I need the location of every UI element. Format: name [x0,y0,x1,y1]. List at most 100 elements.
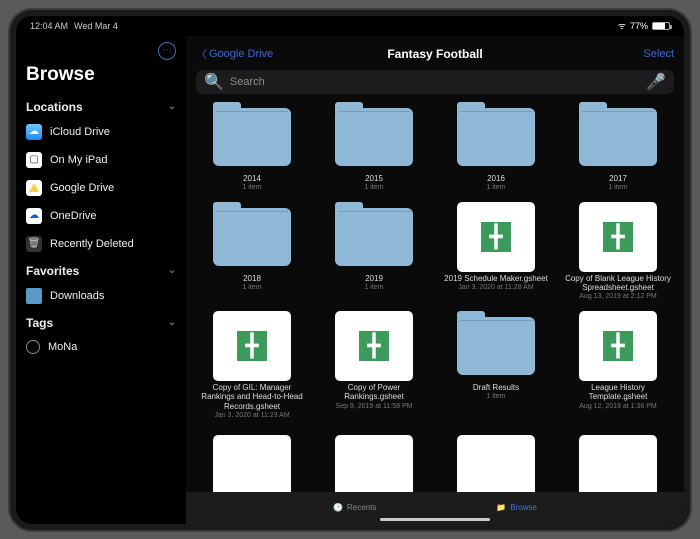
folder-icon [576,102,660,172]
more-button[interactable]: ⋯ [158,42,176,60]
sidebar-item-ipad[interactable]: ▢ On My iPad [26,146,176,174]
sidebar-item-label: Google Drive [50,182,114,194]
file-item[interactable]: Draft Results1 item [442,311,550,420]
file-name: League History Template.gsheetAug 12, 20… [564,383,672,410]
page-title: Browse [26,64,176,86]
back-label: Google Drive [209,48,273,60]
file-name: 20191 item [363,274,384,292]
file-item[interactable]: 20191 item [320,202,428,301]
wifi-icon: ᯤ [618,19,626,32]
file-meta: 1 item [242,184,261,192]
file-name: 20171 item [607,174,628,192]
section-tags[interactable]: Tags ⌄ [26,310,176,334]
section-label: Tags [26,316,53,330]
file-name: Draft Results1 item [472,383,520,401]
search-input[interactable] [230,76,640,88]
battery-icon [652,22,670,30]
folder-icon [210,102,294,172]
file-item[interactable]: 20151 item [320,102,428,192]
section-locations[interactable]: Locations ⌄ [26,94,176,118]
sidebar-item-label: iCloud Drive [50,126,110,138]
folder-icon [454,311,538,381]
file-name: Copy of GIL: Manager Rankings and Head-t… [198,383,306,420]
file-meta: Sep 9, 2019 at 11:58 PM [336,403,413,411]
sidebar-item-icloud[interactable]: ☁ iCloud Drive [26,118,176,146]
gsheet-icon: ╋ [576,202,660,272]
file-name: 2019 Schedule Maker.gsheetJan 3, 2020 at… [443,274,549,292]
sidebar: ⋯ Browse Locations ⌄ ☁ iCloud Drive ▢ On… [16,36,186,524]
gsheet-icon: ╋ [210,311,294,381]
file-meta: 1 item [364,184,383,192]
section-favorites[interactable]: Favorites ⌄ [26,258,176,282]
clock-icon: 🕑 [333,503,343,512]
file-item[interactable]: 20181 item [198,202,306,301]
file-meta: 1 item [364,284,383,292]
chevron-left-icon: 〈 [196,46,207,62]
file-name: Copy of Blank League History Spreadsheet… [564,274,672,301]
file-item[interactable]: ╋Copy of Blank League History Spreadshee… [564,202,672,301]
file-name: 20151 item [363,174,384,192]
file-item[interactable] [198,430,306,492]
file-meta: 1 item [486,184,505,192]
back-button[interactable]: 〈 Google Drive [196,46,273,62]
file-grid: 20141 item 20151 item 20161 item 20171 item… [198,102,672,492]
search-icon: 🔍 [204,72,224,92]
sidebar-item-tag-mona[interactable]: MoNa [26,334,176,360]
sidebar-item-trash[interactable]: 🗑 Recently Deleted [26,230,176,258]
chevron-down-icon: ⌄ [168,317,176,328]
home-indicator[interactable] [380,518,490,521]
status-time: 12:04 AM [30,21,68,31]
mic-icon[interactable]: 🎤 [646,72,666,92]
file-item[interactable]: 20171 item [564,102,672,192]
tab-label: Recents [347,503,376,512]
bottom-tab-bar: 🕑 Recents 📁 Browse [186,492,684,524]
folder-icon [454,102,538,172]
tab-label: Browse [510,503,537,512]
ipad-frame: 12:04 AM Wed Mar 4 ᯤ 77% ⋯ Browse Locati… [10,10,690,530]
search-field[interactable]: 🔍 🎤 [196,70,674,94]
file-meta: 1 item [608,184,627,192]
gdrive-icon [26,180,42,196]
file-item[interactable]: 20161 item [442,102,550,192]
sidebar-item-onedrive[interactable]: ☁ OneDrive [26,202,176,230]
gsheet-icon: ╋ [332,311,416,381]
file-meta: 1 item [486,393,505,401]
battery-pct: 77% [630,21,648,31]
icloud-icon: ☁ [26,124,42,140]
file-name: 20181 item [241,274,262,292]
sidebar-item-label: On My iPad [50,154,107,166]
file-item[interactable] [320,430,428,492]
file-item[interactable]: 20141 item [198,102,306,192]
file-name: 20161 item [485,174,506,192]
trash-icon: 🗑 [26,236,42,252]
file-thumb [210,430,294,492]
file-item[interactable]: ╋Copy of Power Rankings.gsheetSep 9, 201… [320,311,428,420]
file-item[interactable]: ╋League History Template.gsheetAug 12, 2… [564,311,672,420]
main-panel: 〈 Google Drive Fantasy Football Select 🔍… [186,36,684,524]
sidebar-item-label: OneDrive [50,210,96,222]
folder-icon: 📁 [496,503,506,512]
folder-icon [210,202,294,272]
status-date: Wed Mar 4 [74,21,118,31]
file-meta: Jan 3, 2020 at 11:23 AM [214,412,289,420]
section-label: Favorites [26,264,79,278]
file-meta: Jan 3, 2020 at 11:28 AM [458,284,533,292]
sidebar-item-gdrive[interactable]: Google Drive [26,174,176,202]
chevron-down-icon: ⌄ [168,265,176,276]
file-item[interactable]: ╋Copy of GIL: Manager Rankings and Head-… [198,311,306,420]
file-thumb [576,430,660,492]
file-item[interactable] [564,430,672,492]
file-name: Copy of Power Rankings.gsheetSep 9, 2019… [320,383,428,410]
sidebar-item-label: MoNa [48,341,77,353]
select-button[interactable]: Select [643,48,674,60]
sidebar-item-downloads[interactable]: Downloads [26,282,176,310]
file-thumb [332,430,416,492]
tab-browse[interactable]: 📁 Browse [496,503,537,512]
sidebar-item-label: Recently Deleted [50,238,134,250]
folder-icon [332,102,416,172]
gsheet-icon: ╋ [576,311,660,381]
tab-recents[interactable]: 🕑 Recents [333,503,376,512]
file-item[interactable] [442,430,550,492]
file-item[interactable]: ╋2019 Schedule Maker.gsheetJan 3, 2020 a… [442,202,550,301]
file-meta: Aug 12, 2019 at 1:36 PM [579,403,656,411]
